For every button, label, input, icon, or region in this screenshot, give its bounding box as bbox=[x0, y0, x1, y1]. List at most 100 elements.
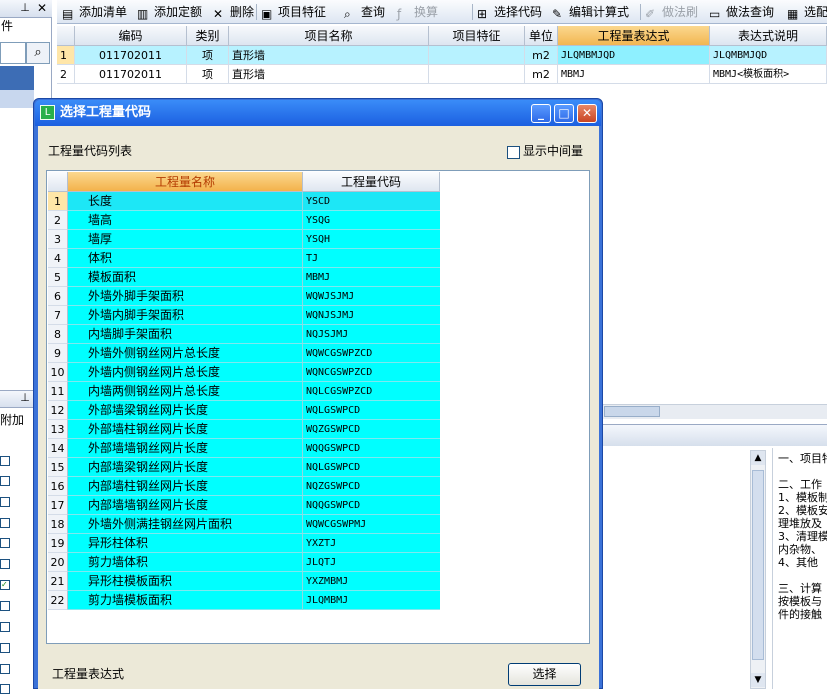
toolbar-button-1[interactable]: ▥ 添加定额 bbox=[137, 3, 202, 21]
quantity-code-cell[interactable]: MBMJ bbox=[303, 268, 440, 287]
show-intermediate-label[interactable]: 显示中间量 bbox=[523, 143, 583, 159]
quantity-name-cell[interactable]: 剪力墙模板面积 bbox=[68, 591, 303, 610]
quantity-name-cell[interactable]: 内部墙柱钢丝网片长度 bbox=[68, 477, 303, 496]
left-item-checkbox[interactable] bbox=[0, 664, 10, 674]
show-intermediate-checkbox[interactable] bbox=[507, 146, 520, 159]
bill-cell-desc[interactable]: JLQMBMJQD bbox=[710, 46, 827, 65]
column-header-3[interactable]: 项目特征 bbox=[429, 26, 525, 46]
quantity-name-cell[interactable]: 异形柱体积 bbox=[68, 534, 303, 553]
quantity-code-cell[interactable]: YSQH bbox=[303, 230, 440, 249]
quantity-code-cell[interactable]: YSCD bbox=[303, 192, 440, 211]
left-item-checkbox[interactable]: ✓ bbox=[0, 580, 10, 590]
quantity-code-cell[interactable]: WQNCGSWPZCD bbox=[303, 363, 440, 382]
quantity-code-cell[interactable]: NQZGSWPCD bbox=[303, 477, 440, 496]
column-header-5[interactable]: 工程量表达式 bbox=[558, 26, 710, 46]
left-tree-item[interactable] bbox=[0, 90, 34, 108]
quantity-name-cell[interactable]: 剪力墙体积 bbox=[68, 553, 303, 572]
left-item-checkbox[interactable] bbox=[0, 601, 10, 611]
bill-cell-expr[interactable]: MBMJ bbox=[558, 65, 710, 84]
quantity-code-cell[interactable]: WQNJSJMJ bbox=[303, 306, 440, 325]
quantity-name-cell[interactable]: 体积 bbox=[68, 249, 303, 268]
row-number[interactable]: 1 bbox=[57, 46, 75, 65]
quantity-name-cell[interactable]: 墙高 bbox=[68, 211, 303, 230]
pin-icon[interactable]: ⊥ bbox=[18, 0, 32, 16]
left-item-checkbox[interactable] bbox=[0, 497, 10, 507]
column-header-6[interactable]: 表达式说明 bbox=[710, 26, 827, 46]
left-item-checkbox[interactable] bbox=[0, 518, 10, 528]
column-header-code[interactable]: 工程量代码 bbox=[303, 172, 440, 192]
quantity-name-cell[interactable]: 外部墙梁钢丝网片长度 bbox=[68, 401, 303, 420]
quantity-name-cell[interactable]: 模板面积 bbox=[68, 268, 303, 287]
bill-cell-feature[interactable] bbox=[429, 46, 525, 65]
toolbar-button-9[interactable]: ▭ 做法查询 bbox=[709, 3, 774, 21]
toolbar-button-0[interactable]: ▤ 添加清单 bbox=[62, 3, 127, 21]
left-item-checkbox[interactable] bbox=[0, 559, 10, 569]
scrollbar-thumb[interactable] bbox=[604, 406, 660, 417]
quantity-code-cell[interactable]: NQLCGSWPZCD bbox=[303, 382, 440, 401]
bill-cell-feature[interactable] bbox=[429, 65, 525, 84]
toolbar-button-4[interactable]: ⌕ 查询 bbox=[344, 3, 385, 21]
scroll-down-icon[interactable]: ▼ bbox=[751, 673, 765, 687]
column-header-1[interactable]: 类别 bbox=[187, 26, 229, 46]
quantity-code-cell[interactable]: YSQG bbox=[303, 211, 440, 230]
row-number[interactable]: 2 bbox=[57, 65, 75, 84]
quantity-code-cell[interactable]: NQLGSWPCD bbox=[303, 458, 440, 477]
bill-cell-code[interactable]: 011702011 bbox=[75, 46, 187, 65]
quantity-code-cell[interactable]: JLQMBMJ bbox=[303, 591, 440, 610]
bill-cell-unit[interactable]: m2 bbox=[525, 46, 558, 65]
quantity-code-cell[interactable]: NQQGSWPCD bbox=[303, 496, 440, 515]
left-item-checkbox[interactable] bbox=[0, 622, 10, 632]
quantity-code-cell[interactable]: JLQTJ bbox=[303, 553, 440, 572]
select-button[interactable]: 选择 bbox=[508, 663, 581, 686]
bill-cell-name[interactable]: 直形墙 bbox=[229, 46, 429, 65]
quantity-name-cell[interactable]: 外墙外侧钢丝网片总长度 bbox=[68, 344, 303, 363]
close-icon[interactable]: ✕ bbox=[35, 0, 49, 16]
quantity-name-cell[interactable]: 外部墙墙钢丝网片长度 bbox=[68, 439, 303, 458]
quantity-code-cell[interactable]: TJ bbox=[303, 249, 440, 268]
scroll-up-icon[interactable]: ▲ bbox=[751, 451, 765, 465]
quantity-code-cell[interactable]: YXZTJ bbox=[303, 534, 440, 553]
maximize-icon[interactable]: □ bbox=[554, 104, 574, 123]
toolbar-button-5[interactable]: ƒ 换算 bbox=[397, 3, 438, 21]
quantity-name-cell[interactable]: 内部墙墙钢丝网片长度 bbox=[68, 496, 303, 515]
bill-cell-desc[interactable]: MBMJ<模板面积> bbox=[710, 65, 827, 84]
quantity-name-cell[interactable]: 内墙两侧钢丝网片总长度 bbox=[68, 382, 303, 401]
close-icon[interactable]: ✕ bbox=[577, 104, 597, 123]
quantity-code-cell[interactable]: WQWCGSWPMJ bbox=[303, 515, 440, 534]
left-tree-selected-item[interactable] bbox=[0, 66, 34, 90]
left-item-checkbox[interactable] bbox=[0, 643, 10, 653]
quantity-name-cell[interactable]: 墙厚 bbox=[68, 230, 303, 249]
toolbar-button-8[interactable]: ✐ 做法刷 bbox=[645, 3, 698, 21]
bill-cell-code[interactable]: 011702011 bbox=[75, 65, 187, 84]
quantity-name-cell[interactable]: 外墙外侧满挂钢丝网片面积 bbox=[68, 515, 303, 534]
quantity-name-cell[interactable]: 外墙内侧钢丝网片总长度 bbox=[68, 363, 303, 382]
left-item-checkbox[interactable] bbox=[0, 538, 10, 548]
bill-cell-unit[interactable]: m2 bbox=[525, 65, 558, 84]
left-item-checkbox[interactable] bbox=[0, 456, 10, 466]
column-header-0[interactable]: 编码 bbox=[75, 26, 187, 46]
toolbar-button-7[interactable]: ✎ 编辑计算式 bbox=[552, 3, 629, 21]
quantity-name-cell[interactable]: 异形柱模板面积 bbox=[68, 572, 303, 591]
left-search-input[interactable] bbox=[0, 42, 26, 64]
quantity-code-cell[interactable]: WQWCGSWPZCD bbox=[303, 344, 440, 363]
column-header-4[interactable]: 单位 bbox=[525, 26, 558, 46]
quantity-name-cell[interactable]: 长度 bbox=[68, 192, 303, 211]
bill-cell-type[interactable]: 项 bbox=[187, 46, 229, 65]
column-header-name[interactable]: 工程量名称 bbox=[68, 172, 303, 192]
pin-icon[interactable]: ⊥ bbox=[18, 390, 32, 406]
toolbar-button-6[interactable]: ⊞ 选择代码 bbox=[477, 3, 542, 21]
quantity-code-cell[interactable]: WQLGSWPCD bbox=[303, 401, 440, 420]
quantity-name-cell[interactable]: 外墙外脚手架面积 bbox=[68, 287, 303, 306]
search-icon[interactable]: ⌕ bbox=[26, 42, 50, 64]
quantity-name-cell[interactable]: 内墙脚手架面积 bbox=[68, 325, 303, 344]
quantity-code-cell[interactable]: WQWJSJMJ bbox=[303, 287, 440, 306]
quantity-code-cell[interactable]: YXZMBMJ bbox=[303, 572, 440, 591]
quantity-code-cell[interactable]: NQJSJMJ bbox=[303, 325, 440, 344]
minimize-icon[interactable]: _ bbox=[531, 104, 551, 123]
quantity-name-cell[interactable]: 内部墙梁钢丝网片长度 bbox=[68, 458, 303, 477]
bill-cell-expr[interactable]: JLQMBMJQD bbox=[558, 46, 710, 65]
quantity-name-cell[interactable]: 外部墙柱钢丝网片长度 bbox=[68, 420, 303, 439]
quantity-code-cell[interactable]: WQQGSWPCD bbox=[303, 439, 440, 458]
bill-cell-type[interactable]: 项 bbox=[187, 65, 229, 84]
quantity-code-cell[interactable]: WQZGSWPCD bbox=[303, 420, 440, 439]
